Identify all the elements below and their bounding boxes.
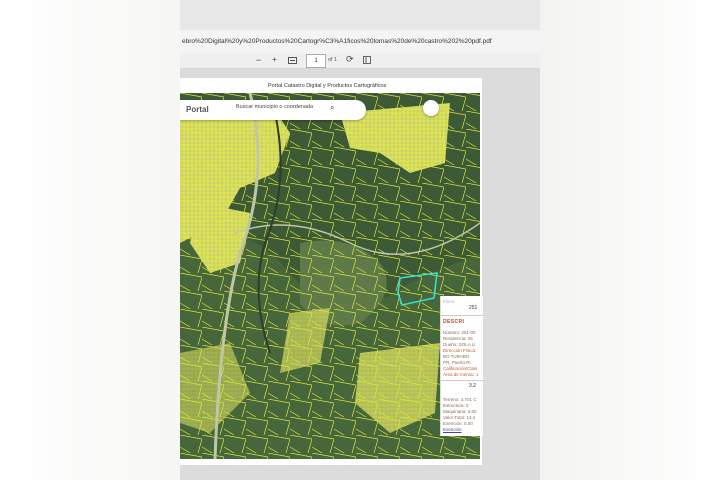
info-top-label: Finca bbox=[443, 299, 455, 304]
divider bbox=[441, 315, 483, 316]
portal-label: Portal bbox=[186, 105, 209, 114]
zoom-in-button[interactable]: + bbox=[272, 55, 277, 64]
info-heading: DESCRI bbox=[443, 319, 465, 325]
photo-background-left bbox=[0, 0, 180, 480]
divider bbox=[441, 380, 483, 381]
browser-screen: ebro%20Digital%20y%20Productos%20Cartogr… bbox=[180, 0, 540, 480]
info-detail: Terreno: 4,701 C bbox=[443, 397, 477, 402]
pdf-toolbar: − + 1 of 1 ⟳ bbox=[180, 54, 540, 69]
info-line: Residencia: 25 bbox=[443, 336, 473, 341]
info-top-number: 251 bbox=[469, 305, 478, 311]
url-text: ebro%20Digital%20y%20Productos%20Cartogr… bbox=[182, 38, 492, 45]
pdf-page: Portal Catastro Digital y Productos Cart… bbox=[180, 78, 483, 465]
parcel-info-panel: Finca 251 DESCRI Número: 251-00 Residenc… bbox=[440, 296, 483, 436]
info-line: BO TURABO bbox=[443, 354, 470, 359]
photo-background-right bbox=[540, 0, 720, 480]
address-bar[interactable]: ebro%20Digital%20y%20Productos%20Cartogr… bbox=[180, 30, 540, 55]
info-line: Dueño: SOLA LI bbox=[443, 342, 476, 347]
info-detail: Maquinaria: 0.00 bbox=[443, 409, 477, 414]
info-line: PR, Puerto Ri bbox=[443, 360, 471, 365]
info-line: Número: 251-00 bbox=[443, 330, 476, 335]
search-icon[interactable]: ⌕ bbox=[330, 103, 334, 113]
thumbnails-icon[interactable] bbox=[363, 56, 371, 66]
page-number-input[interactable]: 1 bbox=[306, 54, 326, 68]
info-line: Dirección Física: bbox=[443, 348, 477, 353]
info-line: Calificación/Clasi bbox=[443, 366, 478, 371]
info-detail: Valor Total: 13,4 bbox=[443, 415, 476, 420]
exemption-link[interactable]: Exención bbox=[443, 427, 462, 432]
info-line: Área de mensu: 1 bbox=[443, 372, 479, 377]
zoom-out-button[interactable]: − bbox=[256, 55, 261, 65]
page-title: Portal Catastro Digital y Productos Cart… bbox=[268, 83, 387, 89]
parcel-map-graphic bbox=[180, 93, 480, 459]
map-search-bar: Portal Buscar municipio o coordenada ⌕ bbox=[180, 100, 366, 120]
map-control-button[interactable] bbox=[423, 100, 439, 116]
info-detail: Estructura: 0 bbox=[443, 403, 469, 408]
search-input[interactable]: Buscar municipio o coordenada bbox=[236, 104, 313, 110]
page-count: of 1 bbox=[328, 57, 338, 63]
rotate-icon[interactable]: ⟳ bbox=[346, 54, 354, 65]
info-detail: Exención: 0.00 bbox=[443, 421, 473, 426]
info-mid-number: 3.2 bbox=[469, 383, 476, 389]
fit-page-icon[interactable] bbox=[288, 56, 297, 66]
cadastre-map[interactable]: Portal Buscar municipio o coordenada ⌕ bbox=[180, 93, 480, 459]
